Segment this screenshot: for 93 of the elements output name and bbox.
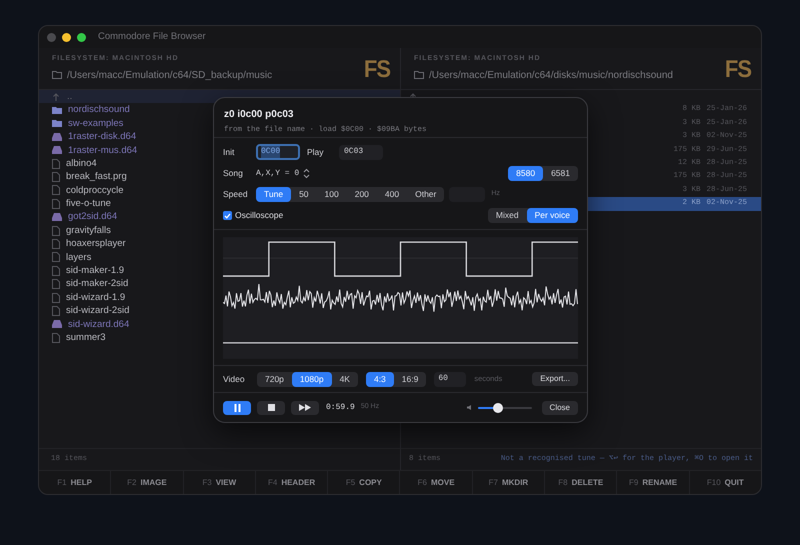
chip-model-option[interactable]: 6581 [543, 166, 578, 181]
speaker-icon [466, 405, 472, 410]
aspect-option[interactable]: 4:3 [366, 372, 394, 386]
pause-button[interactable] [223, 400, 251, 414]
aspect-option[interactable]: 16:9 [394, 372, 426, 386]
file-row[interactable]: sid-wizard-1.9 [39, 290, 211, 304]
resolution-option[interactable]: 720p [257, 372, 292, 386]
file-icon [52, 279, 60, 290]
chip-model-option[interactable]: 8580 [508, 166, 544, 181]
dialog-title: z0 i0c00 p0c03 [224, 108, 294, 122]
song-value: A,X,Y = 0 [256, 168, 300, 180]
file-icon [52, 266, 60, 276]
folder-icon [52, 71, 62, 80]
stepper-icon[interactable] [303, 168, 310, 179]
function-key-button[interactable]: F6 MOVE [400, 471, 473, 494]
speed-option[interactable]: 50 [291, 187, 317, 202]
stop-icon [268, 404, 274, 411]
field-label: Play [307, 146, 325, 158]
fs-logo: FS [364, 54, 390, 84]
file-row[interactable]: hoaxersplayer [39, 237, 211, 251]
file-icon [52, 226, 60, 236]
file-row[interactable]: 1raster-disk.d64 [39, 130, 211, 144]
file-icon [52, 198, 60, 209]
scope-mode-option[interactable]: Per voice [526, 208, 578, 223]
file-row[interactable]: 1raster-mus.d64 [39, 144, 211, 157]
speed-option[interactable]: 400 [376, 187, 408, 202]
file-icon [52, 252, 60, 262]
function-key-button[interactable]: F4 HEADER [256, 471, 328, 494]
file-row[interactable]: sid-maker-1.9 [39, 264, 211, 278]
play-field[interactable]: 0C03 [339, 144, 383, 160]
fs-logo: FS [724, 54, 751, 84]
file-row[interactable]: sid-wizard.d64 [39, 318, 211, 332]
function-key-button[interactable]: F9 RENAME [617, 471, 690, 494]
file-row[interactable]: gravityfalls [39, 224, 211, 238]
fast-forward-icon [299, 404, 311, 411]
file-row[interactable]: got2sid.d64 [39, 210, 211, 224]
file-row[interactable]: albino4 [39, 156, 211, 170]
file-row[interactable]: sid-maker-2sid [39, 277, 211, 291]
scope-mode-option[interactable]: Mixed [488, 208, 527, 223]
function-key-button[interactable]: F1 HELP [39, 471, 112, 494]
function-key-button[interactable]: F5 COPY [328, 471, 400, 494]
speed-option[interactable]: 200 [346, 187, 377, 202]
path-text: /Users/macc/Emulation/c64/disks/music/nordischsound [429, 68, 673, 83]
file-row[interactable]: layers [39, 250, 211, 264]
field-label: Song [223, 167, 244, 180]
function-key-button[interactable]: F8 DELETE [545, 471, 618, 494]
zoom-window-button[interactable] [77, 32, 86, 42]
file-row[interactable]: break_fast.prg [39, 170, 211, 184]
file-icon [52, 158, 60, 169]
speed-option[interactable]: 100 [316, 187, 347, 202]
stop-button[interactable] [257, 400, 285, 414]
playback-time: 0:59.9 [326, 402, 355, 414]
resolution-option[interactable]: 1080p [292, 372, 332, 386]
field-label: Speed [223, 188, 249, 201]
checkbox-label: Oscilloscope [235, 209, 284, 222]
volume-slider[interactable] [478, 402, 532, 412]
folder-icon [414, 71, 424, 80]
file-icon [52, 172, 60, 182]
pause-icon [234, 404, 240, 412]
volume-thumb[interactable] [493, 402, 504, 412]
drive-icon [52, 320, 62, 328]
speed-option[interactable]: Other [407, 187, 444, 202]
resolution-option[interactable]: 4K [332, 372, 358, 386]
up-arrow-icon [53, 92, 59, 101]
forward-button[interactable] [291, 400, 319, 414]
function-key-button[interactable]: F10 QUIT [690, 471, 761, 494]
field-label: Video [223, 372, 246, 386]
file-row[interactable]: sid-wizard-2sid [39, 304, 211, 318]
file-icon [52, 238, 60, 249]
drive-icon [52, 213, 62, 222]
function-key-button[interactable]: F3 VIEW [184, 471, 256, 494]
file-row[interactable]: summer3 [39, 331, 211, 344]
checkmark-icon [224, 212, 231, 218]
oscilloscope-checkbox[interactable] [223, 211, 232, 220]
file-icon [52, 185, 60, 196]
export-button[interactable]: Export... [532, 372, 578, 386]
file-row[interactable]: five-o-tune [39, 197, 211, 211]
field-label: Init [223, 146, 236, 158]
file-icon [52, 306, 60, 316]
close-button[interactable]: Close [542, 400, 578, 414]
minimize-window-button[interactable] [62, 32, 71, 42]
file-icon [52, 292, 60, 303]
window-title: Commodore File Browser [98, 30, 206, 44]
path-text: /Users/macc/Emulation/c64/SD_backup/music [67, 68, 272, 83]
file-row[interactable]: nordischsound [39, 103, 211, 117]
function-key-button[interactable]: F2 IMAGE [111, 471, 184, 494]
file-row[interactable]: coldproccycle [39, 184, 211, 198]
file-icon [52, 332, 60, 343]
function-key-button[interactable]: F7 MKDIR [472, 471, 546, 494]
file-row[interactable]: sw-examples [39, 116, 211, 130]
duration-field[interactable]: 60 [434, 372, 466, 386]
init-field[interactable]: 0C00 [256, 144, 300, 160]
speed-option[interactable]: Tune [256, 187, 292, 202]
